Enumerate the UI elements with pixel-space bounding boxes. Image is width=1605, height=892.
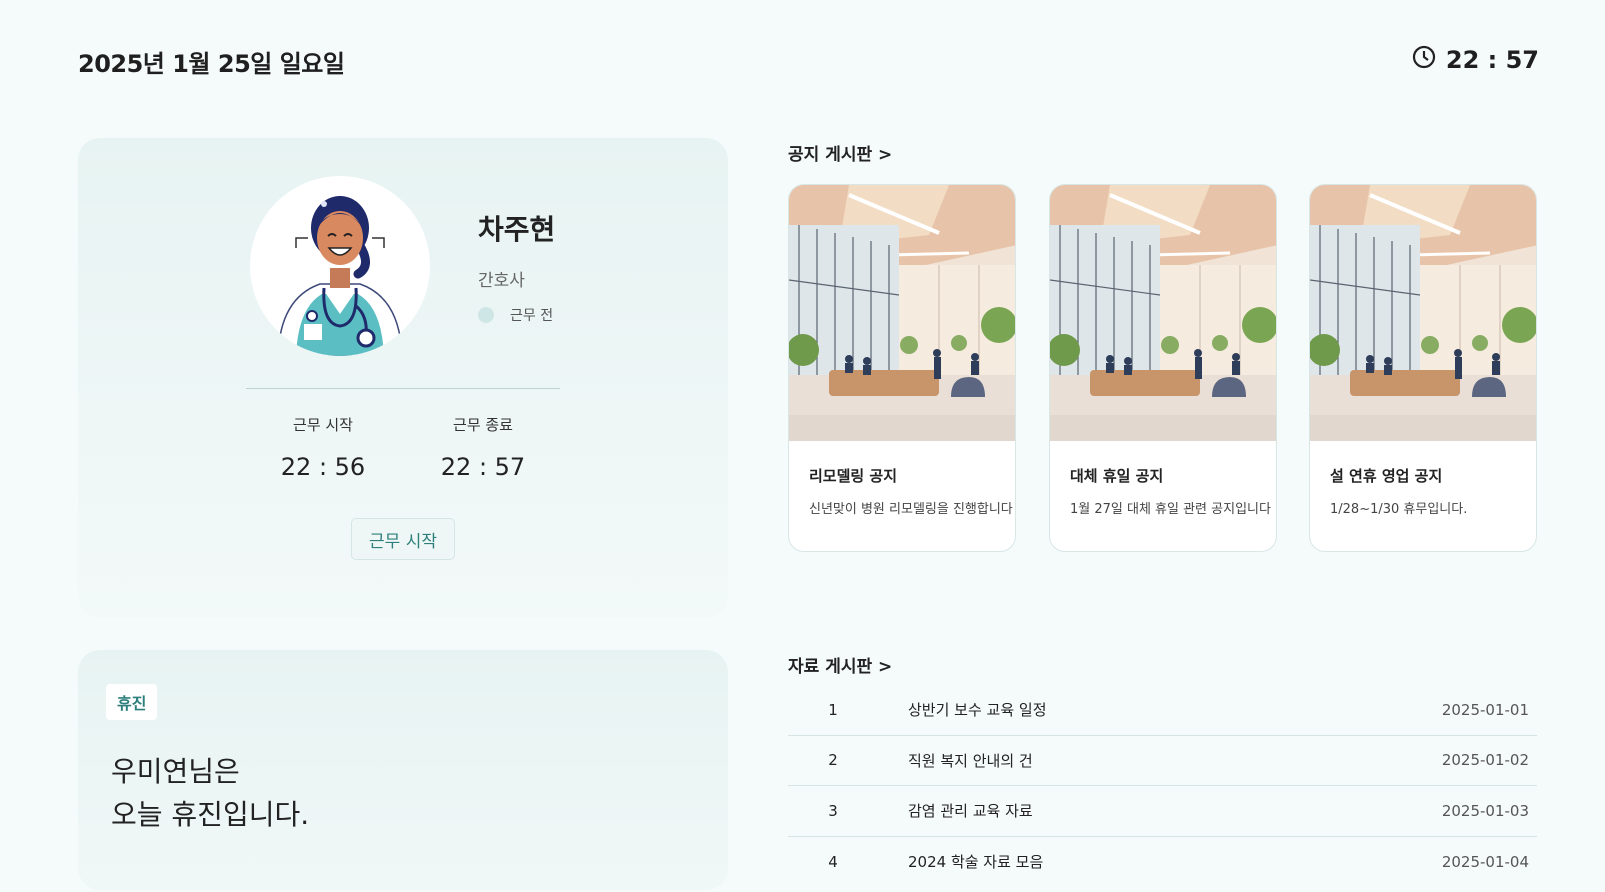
data-board-list: 1 상반기 보수 교육 일정 2025-01-01 2 직원 복지 안내의 건 … [788,685,1537,887]
row-date: 2025-01-02 [1441,751,1529,770]
day-off-line1: 우미연님은 [111,755,240,788]
work-start-block: 근무 시작 22 : 56 [268,414,378,481]
work-status: 근무 전 [478,305,553,325]
current-clock: 22 : 57 [1412,45,1539,75]
lobby-image [1310,185,1537,441]
notice-card[interactable]: 리모델링 공지 신년맞이 병원 리모델링을 진행합니다 [788,184,1016,552]
row-date: 2025-01-04 [1441,852,1529,871]
row-subject: 2024 학술 자료 모음 [908,853,1044,872]
table-row[interactable]: 4 2024 학술 자료 모음 2025-01-04 [788,837,1537,888]
notice-title: 설 연휴 영업 공지 [1330,467,1443,485]
day-off-message: 우미연님은 오늘 휴진입니다. [111,750,309,836]
divider [246,388,560,389]
table-row[interactable]: 3 감염 관리 교육 자료 2025-01-03 [788,786,1537,837]
lobby-image [1050,185,1277,441]
table-row[interactable]: 2 직원 복지 안내의 건 2025-01-02 [788,736,1537,786]
work-end-block: 근무 종료 22 : 57 [428,414,538,481]
notice-title: 리모델링 공지 [809,467,898,485]
row-subject: 직원 복지 안내의 건 [908,751,1033,770]
row-subject: 상반기 보수 교육 일정 [908,701,1047,720]
notice-board-link[interactable]: 공지 게시판 > [788,140,892,165]
row-number: 3 [828,801,838,820]
status-dot-icon [478,307,494,323]
notice-card[interactable]: 대체 휴일 공지 1월 27일 대체 휴일 관련 공지입니다 [1049,184,1277,552]
notice-desc: 1월 27일 대체 휴일 관련 공지입니다 [1070,502,1271,517]
start-work-button[interactable]: 근무 시작 [351,518,455,560]
day-off-badge: 휴진 [106,684,158,720]
notice-desc: 신년맞이 병원 리모델링을 진행합니다 [809,502,1013,517]
profile-role: 간호사 [478,271,525,291]
row-number: 1 [828,700,838,719]
table-row[interactable]: 1 상반기 보수 교육 일정 2025-01-01 [788,685,1537,736]
row-date: 2025-01-01 [1441,700,1529,719]
work-end-time: 22 : 57 [440,453,526,481]
work-end-label: 근무 종료 [453,416,513,434]
lobby-image [789,185,1016,441]
work-start-time: 22 : 56 [280,453,366,481]
nurse-avatar [250,176,430,356]
notice-title: 대체 휴일 공지 [1070,467,1164,485]
work-status-label: 근무 전 [510,308,554,324]
work-start-label: 근무 시작 [293,416,353,434]
row-number: 4 [828,852,838,871]
data-board-link[interactable]: 자료 게시판 > [788,652,892,677]
current-date: 2025년 1월 25일 일요일 [78,50,345,78]
day-off-line2: 오늘 휴진입니다. [111,798,310,831]
notice-desc: 1/28~1/30 휴무입니다. [1330,502,1468,517]
row-subject: 감염 관리 교육 자료 [908,802,1033,821]
clock-icon [1412,45,1436,75]
clock-time: 22 : 57 [1445,46,1539,74]
row-number: 2 [828,751,838,770]
notice-card[interactable]: 설 연휴 영업 공지 1/28~1/30 휴무입니다. [1309,184,1537,552]
profile-name: 차주현 [478,213,556,246]
profile-card: 차주현 간호사 근무 전 근무 시작 22 : 56 근무 종료 22 : 57… [78,138,728,618]
row-date: 2025-01-03 [1441,801,1529,820]
day-off-card: 휴진 우미연님은 오늘 휴진입니다. [78,650,728,890]
